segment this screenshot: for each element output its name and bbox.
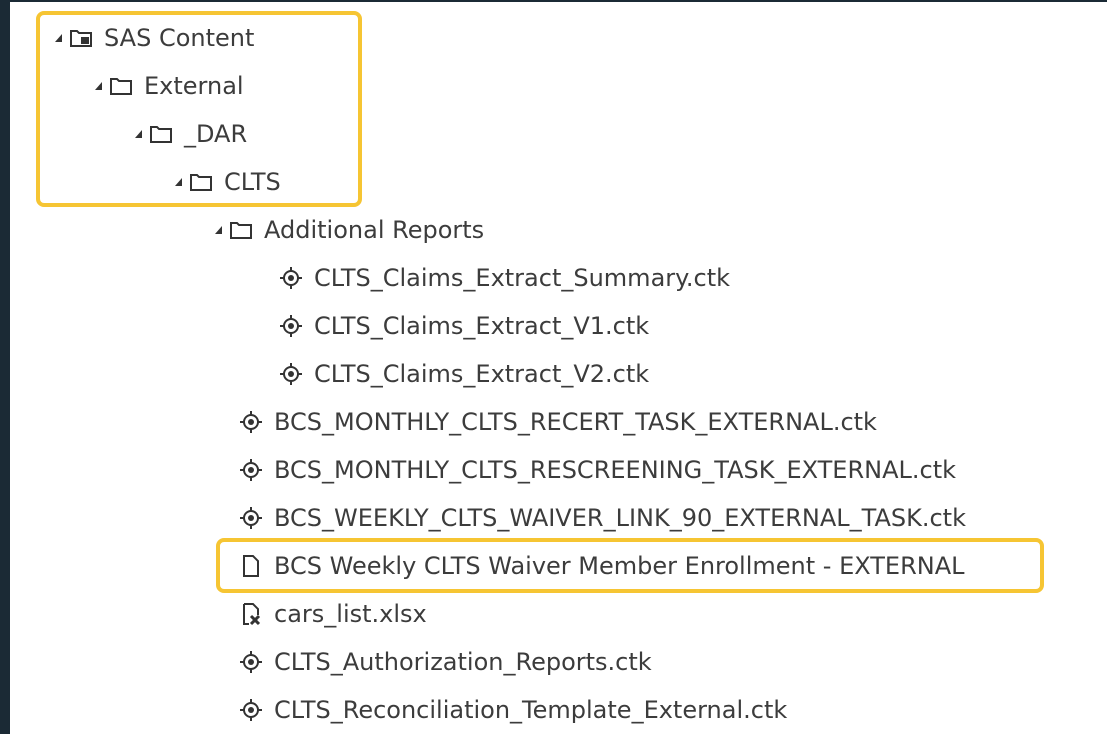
- tree-node-label: CLTS: [224, 168, 281, 196]
- tree-node-label: CLTS_Reconciliation_Template_External.ct…: [274, 696, 788, 724]
- window-frame: SAS Content External _DAR CLTS Additiona…: [0, 0, 1107, 734]
- expand-toggle-icon[interactable]: [134, 129, 144, 139]
- tree-node-file[interactable]: BCS_MONTHLY_CLTS_RESCREENING_TASK_EXTERN…: [238, 452, 956, 488]
- custom-task-icon: [278, 313, 304, 339]
- tree-node-label: BCS_WEEKLY_CLTS_WAIVER_LINK_90_EXTERNAL_…: [274, 504, 966, 532]
- custom-task-icon: [238, 505, 264, 531]
- tree-node-label: SAS Content: [104, 24, 255, 52]
- custom-task-icon: [238, 457, 264, 483]
- tree-node-dar[interactable]: _DAR: [134, 116, 247, 152]
- expand-toggle-icon[interactable]: [54, 33, 64, 43]
- tree-node-label: BCS Weekly CLTS Waiver Member Enrollment…: [274, 552, 965, 580]
- folder-icon: [228, 217, 254, 243]
- tree-node-label: Additional Reports: [264, 216, 485, 244]
- tree-node-label: BCS_MONTHLY_CLTS_RESCREENING_TASK_EXTERN…: [274, 456, 957, 484]
- folder-icon: [148, 121, 174, 147]
- tree-node-label: External: [144, 72, 244, 100]
- tree-node-label: _DAR: [184, 120, 248, 148]
- tree-node-file[interactable]: CLTS_Reconciliation_Template_External.ct…: [238, 692, 787, 728]
- custom-task-icon: [238, 409, 264, 435]
- tree-node-file[interactable]: cars_list.xlsx: [238, 596, 427, 632]
- tree-node-external[interactable]: External: [94, 68, 244, 104]
- tree-node-file[interactable]: CLTS_Claims_Extract_V2.ctk: [278, 356, 649, 392]
- tree-node-report[interactable]: BCS Weekly CLTS Waiver Member Enrollment…: [238, 548, 965, 584]
- tree-node-label: CLTS_Claims_Extract_Summary.ctk: [314, 264, 731, 292]
- excel-file-icon: [238, 601, 264, 627]
- custom-task-icon: [238, 649, 264, 675]
- tree-node-file[interactable]: BCS_MONTHLY_CLTS_RECERT_TASK_EXTERNAL.ct…: [238, 404, 877, 440]
- tree-node-label: BCS_MONTHLY_CLTS_RECERT_TASK_EXTERNAL.ct…: [274, 408, 877, 436]
- folder-icon: [108, 73, 134, 99]
- document-icon: [238, 553, 264, 579]
- sas-content-icon: [68, 25, 94, 51]
- tree-node-file[interactable]: BCS_WEEKLY_CLTS_WAIVER_LINK_90_EXTERNAL_…: [238, 500, 966, 536]
- custom-task-icon: [278, 265, 304, 291]
- folder-icon: [188, 169, 214, 195]
- tree-node-file[interactable]: CLTS_Claims_Extract_V1.ctk: [278, 308, 649, 344]
- tree-node-file[interactable]: CLTS_Authorization_Reports.ctk: [238, 644, 652, 680]
- tree-node-label: CLTS_Authorization_Reports.ctk: [274, 648, 652, 676]
- custom-task-icon: [278, 361, 304, 387]
- tree-node-label: CLTS_Claims_Extract_V1.ctk: [314, 312, 650, 340]
- expand-toggle-icon[interactable]: [94, 81, 104, 91]
- content-tree-panel: SAS Content External _DAR CLTS Additiona…: [10, 2, 1107, 734]
- tree-node-sas-content[interactable]: SAS Content: [54, 20, 254, 56]
- tree-node-label: CLTS_Claims_Extract_V2.ctk: [314, 360, 650, 388]
- expand-toggle-icon[interactable]: [214, 225, 224, 235]
- tree-node-file[interactable]: CLTS_Claims_Extract_Summary.ctk: [278, 260, 730, 296]
- custom-task-icon: [238, 697, 264, 723]
- tree-node-clts[interactable]: CLTS: [174, 164, 281, 200]
- expand-toggle-icon[interactable]: [174, 177, 184, 187]
- tree-node-additional-reports[interactable]: Additional Reports: [214, 212, 484, 248]
- tree-node-label: cars_list.xlsx: [274, 600, 427, 628]
